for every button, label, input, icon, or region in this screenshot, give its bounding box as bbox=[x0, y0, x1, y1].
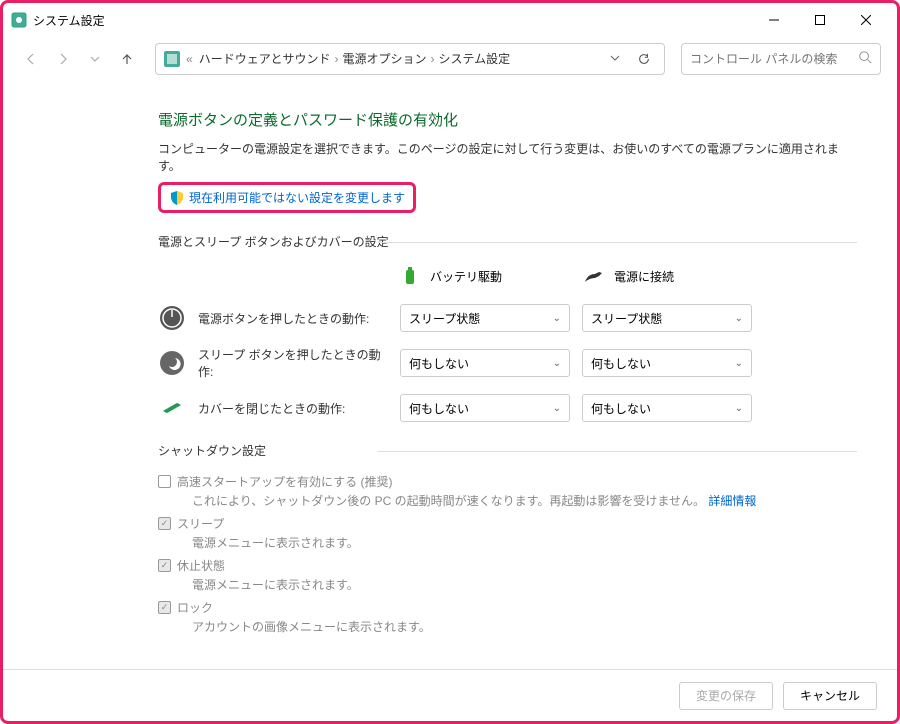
chevron-down-icon: ⌄ bbox=[553, 403, 561, 414]
sleep-button-icon bbox=[158, 349, 186, 377]
minimize-button[interactable] bbox=[751, 4, 797, 36]
row-sleep-button: スリープ ボタンを押したときの動作: 何もしない⌄ 何もしない⌄ bbox=[158, 346, 857, 380]
search-input[interactable] bbox=[690, 52, 858, 66]
section-power-buttons-header: 電源とスリープ ボタンおよびカバーの設定 bbox=[158, 227, 857, 256]
maximize-button[interactable] bbox=[797, 4, 843, 36]
addressbar[interactable]: « ハードウェアとサウンド › 電源オプション › システム設定 bbox=[155, 43, 665, 75]
fast-startup-checkbox bbox=[158, 475, 171, 488]
plug-icon bbox=[582, 264, 606, 288]
breadcrumb-item-system[interactable]: システム設定 bbox=[438, 50, 510, 67]
chevron-down-icon: ⌄ bbox=[553, 313, 561, 324]
chevron-right-icon: › bbox=[334, 52, 338, 66]
section-shutdown-header: シャットダウン設定 bbox=[158, 436, 857, 465]
addressbar-dropdown-icon[interactable] bbox=[610, 52, 620, 66]
power-button-battery-select[interactable]: スリープ状態⌄ bbox=[400, 304, 570, 332]
sleep-button-label: スリープ ボタンを押したときの動作: bbox=[198, 346, 388, 380]
column-plugged: 電源に接続 bbox=[582, 264, 674, 288]
lid-close-battery-select[interactable]: 何もしない⌄ bbox=[400, 394, 570, 422]
sleep-label: スリープ bbox=[177, 515, 224, 532]
nav-up-button[interactable] bbox=[115, 47, 139, 71]
checkbox-lock: ✓ ロック bbox=[158, 599, 857, 616]
lock-label: ロック bbox=[177, 599, 213, 616]
change-settings-highlight: 現在利用可能ではない設定を変更します bbox=[158, 182, 416, 213]
navbar: « ハードウェアとサウンド › 電源オプション › システム設定 bbox=[3, 37, 897, 81]
shield-icon bbox=[169, 190, 185, 206]
fast-startup-label: 高速スタートアップを有効にする (推奨) bbox=[177, 473, 392, 490]
shutdown-section: シャットダウン設定 高速スタートアップを有効にする (推奨) これにより、シャッ… bbox=[158, 436, 857, 635]
lid-close-label: カバーを閉じたときの動作: bbox=[198, 400, 388, 417]
chevron-down-icon: ⌄ bbox=[735, 403, 743, 414]
hibernate-label: 休止状態 bbox=[177, 557, 225, 574]
page-title: 電源ボタンの定義とパスワード保護の有効化 bbox=[158, 109, 857, 130]
window-title: システム設定 bbox=[33, 12, 751, 29]
sleep-desc: 電源メニューに表示されます。 bbox=[192, 534, 857, 551]
fast-startup-link[interactable]: 詳細情報 bbox=[708, 494, 756, 508]
content-area: 電源ボタンの定義とパスワード保護の有効化 コンピューターの電源設定を選択できます… bbox=[3, 81, 897, 669]
column-battery: バッテリ駆動 bbox=[398, 264, 502, 288]
cancel-button[interactable]: キャンセル bbox=[783, 682, 877, 710]
chevron-down-icon: ⌄ bbox=[735, 358, 743, 369]
save-button: 変更の保存 bbox=[679, 682, 773, 710]
lock-checkbox: ✓ bbox=[158, 601, 171, 614]
page-description: コンピューターの電源設定を選択できます。このページの設定に対して行う変更は、お使… bbox=[158, 140, 857, 174]
hibernate-checkbox: ✓ bbox=[158, 559, 171, 572]
row-lid-close: カバーを閉じたときの動作: 何もしない⌄ 何もしない⌄ bbox=[158, 394, 857, 422]
control-panel-icon bbox=[164, 51, 180, 67]
chevron-right-icon: › bbox=[430, 52, 434, 66]
nav-forward-button[interactable] bbox=[51, 47, 75, 71]
checkbox-fast-startup: 高速スタートアップを有効にする (推奨) bbox=[158, 473, 857, 490]
sleep-checkbox: ✓ bbox=[158, 517, 171, 530]
hibernate-desc: 電源メニューに表示されます。 bbox=[192, 576, 857, 593]
row-power-button: 電源ボタンを押したときの動作: スリープ状態⌄ スリープ状態⌄ bbox=[158, 304, 857, 332]
power-column-headers: バッテリ駆動 電源に接続 bbox=[158, 264, 857, 288]
column-battery-label: バッテリ駆動 bbox=[430, 268, 502, 285]
breadcrumb: ハードウェアとサウンド › 電源オプション › システム設定 bbox=[199, 50, 604, 67]
titlebar: システム設定 bbox=[3, 3, 897, 37]
breadcrumb-item-hardware[interactable]: ハードウェアとサウンド bbox=[199, 50, 331, 67]
change-settings-link[interactable]: 現在利用可能ではない設定を変更します bbox=[189, 189, 405, 206]
checkbox-sleep: ✓ スリープ bbox=[158, 515, 857, 532]
chevron-down-icon: ⌄ bbox=[553, 358, 561, 369]
power-button-label: 電源ボタンを押したときの動作: bbox=[198, 310, 388, 327]
lid-close-plugged-select[interactable]: 何もしない⌄ bbox=[582, 394, 752, 422]
system-settings-window: システム設定 « ハードウェアとサウンド › 電源オプション › システム設定 bbox=[0, 0, 900, 724]
fast-startup-desc: これにより、シャットダウン後の PC の起動時間が速くなります。再起動は影響を受… bbox=[192, 492, 857, 509]
checkbox-hibernate: ✓ 休止状態 bbox=[158, 557, 857, 574]
search-icon[interactable] bbox=[858, 50, 872, 67]
search-box[interactable] bbox=[681, 43, 881, 75]
column-plugged-label: 電源に接続 bbox=[614, 268, 674, 285]
close-button[interactable] bbox=[843, 4, 889, 36]
power-button-icon bbox=[158, 304, 186, 332]
sleep-button-plugged-select[interactable]: 何もしない⌄ bbox=[582, 349, 752, 377]
lid-close-icon bbox=[158, 394, 186, 422]
battery-icon bbox=[398, 264, 422, 288]
window-controls bbox=[751, 4, 889, 36]
lock-desc: アカウントの画像メニューに表示されます。 bbox=[192, 618, 857, 635]
nav-back-button[interactable] bbox=[19, 47, 43, 71]
nav-recent-button[interactable] bbox=[83, 47, 107, 71]
sleep-button-battery-select[interactable]: 何もしない⌄ bbox=[400, 349, 570, 377]
power-button-plugged-select[interactable]: スリープ状態⌄ bbox=[582, 304, 752, 332]
footer: 変更の保存 キャンセル bbox=[3, 669, 897, 721]
breadcrumb-prefix: « bbox=[186, 52, 193, 66]
window-icon bbox=[11, 12, 27, 28]
chevron-down-icon: ⌄ bbox=[735, 313, 743, 324]
refresh-button[interactable] bbox=[632, 47, 656, 71]
breadcrumb-item-power[interactable]: 電源オプション bbox=[342, 50, 426, 67]
